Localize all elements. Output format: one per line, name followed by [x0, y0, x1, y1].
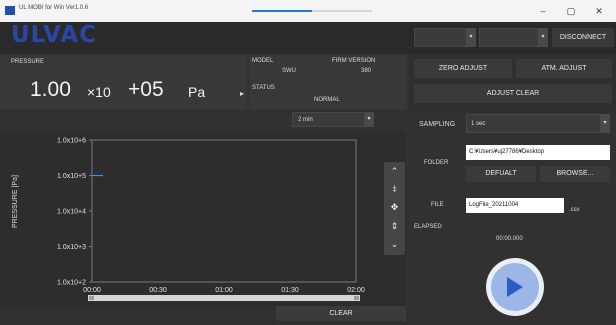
model-label: MODEL	[252, 58, 274, 64]
app-window: UL MOBI for Win Ver1.0.6 – ▢ ✕ ULVAC ▾ ▾…	[0, 0, 616, 325]
play-button[interactable]	[491, 263, 539, 311]
chart-nav-controls: ⌃ ⤈ ✥ ⇕ ⌄	[384, 162, 405, 255]
app-icon	[5, 6, 15, 15]
firm-version-value: 380	[361, 68, 372, 74]
logo: ULVAC	[11, 22, 98, 48]
sampling-label: SAMPLING	[419, 121, 456, 128]
file-label: FILE	[431, 202, 444, 208]
time-span-value: 2 min	[298, 117, 313, 123]
play-icon	[507, 277, 523, 297]
status-label: STATUS	[252, 85, 275, 91]
elapsed-label: ELAPSED	[414, 224, 442, 230]
zoom-in-icon[interactable]: ⤈	[389, 183, 400, 194]
close-button[interactable]: ✕	[588, 4, 610, 18]
baud-select-arrow-icon[interactable]: ▾	[538, 28, 548, 47]
minimize-button[interactable]: –	[532, 4, 554, 18]
y-axis-label: PRESSURE [Pa]	[12, 175, 19, 228]
folder-input[interactable]: C:¥Users¥uj27786¥Desktop	[466, 145, 610, 160]
zoom-out-icon[interactable]: ⇕	[389, 221, 400, 232]
pressure-unit-arrow-icon[interactable]: ▸	[240, 89, 244, 98]
x-tick-label: 00:00	[83, 287, 101, 294]
sampling-select[interactable]: 1 sec	[466, 114, 608, 133]
title-bar: UL MOBI for Win Ver1.0.6 – ▢ ✕	[0, 0, 616, 22]
x-tick-label: 01:30	[281, 287, 299, 294]
pan-icon[interactable]: ✥	[389, 202, 400, 213]
x-tick-label: 00:30	[149, 287, 167, 294]
pressure-unit: Pa	[188, 84, 206, 100]
y-tick-label: 1.0x10+5	[57, 173, 86, 180]
y-tick-label: 1.0x10+6	[57, 138, 86, 145]
adjust-clear-button[interactable]: ADJUST CLEAR	[414, 84, 612, 103]
status-value: NORMAL	[314, 97, 340, 103]
scroll-up-icon[interactable]: ⌃	[389, 166, 400, 177]
browse-button[interactable]: BROWSE...	[540, 166, 610, 182]
default-button[interactable]: DEFUALT	[466, 166, 536, 182]
model-value: SWU	[282, 68, 296, 74]
pressure-chart: 1.0x10+6 1.0x10+5 1.0x10+4 1.0x10+3 1.0x10+2…	[0, 130, 406, 310]
port-select[interactable]	[414, 28, 469, 47]
sampling-arrow-icon[interactable]: ▾	[600, 114, 610, 133]
x-tick-label: 02:00	[347, 287, 365, 294]
pressure-exponent: +05	[128, 78, 164, 101]
maximize-button[interactable]: ▢	[560, 4, 582, 18]
x-tick-label: 01:00	[215, 287, 233, 294]
chart-scrollbar[interactable]	[88, 295, 360, 301]
load-progress-fill	[252, 10, 312, 12]
load-progress-bar	[252, 10, 372, 12]
y-tick-label: 1.0x10+2	[57, 280, 86, 287]
pressure-label: PRESSURE	[11, 59, 45, 65]
clear-button[interactable]: CLEAR	[276, 306, 406, 321]
port-select-arrow-icon[interactable]: ▾	[466, 28, 476, 47]
folder-label: FOLDER	[424, 160, 449, 166]
zero-adjust-button[interactable]: ZERO ADJUST	[414, 59, 512, 78]
scrollbar-left-thumb[interactable]	[89, 296, 94, 300]
plot-frame	[91, 139, 357, 283]
y-tick-label: 1.0x10+3	[57, 244, 86, 251]
pressure-times: ×10	[87, 84, 111, 100]
disconnect-button[interactable]: DISCONNECT	[552, 28, 614, 47]
elapsed-value: 00:00.000	[496, 236, 523, 242]
time-span-select[interactable]: 2 min	[292, 112, 372, 127]
atm-adjust-button[interactable]: ATM. ADJUST	[516, 59, 612, 78]
y-tick-label: 1.0x10+4	[57, 209, 86, 216]
scroll-down-icon[interactable]: ⌄	[389, 239, 400, 250]
window-title: UL MOBI for Win Ver1.0.6	[19, 5, 89, 11]
time-span-arrow-icon[interactable]: ▾	[364, 112, 374, 127]
scrollbar-right-thumb[interactable]	[354, 296, 359, 300]
firm-version-label: FIRM VERSION	[332, 58, 376, 64]
baud-select[interactable]	[479, 28, 539, 47]
file-name-input[interactable]: LogFile_20211004	[466, 198, 564, 213]
sampling-value: 1 sec	[471, 121, 486, 127]
file-ext-label: .csv	[569, 207, 580, 213]
chart-svg: 1.0x10+6 1.0x10+5 1.0x10+4 1.0x10+3 1.0x10+2…	[57, 138, 365, 295]
pressure-mantissa: 1.00	[30, 78, 71, 101]
